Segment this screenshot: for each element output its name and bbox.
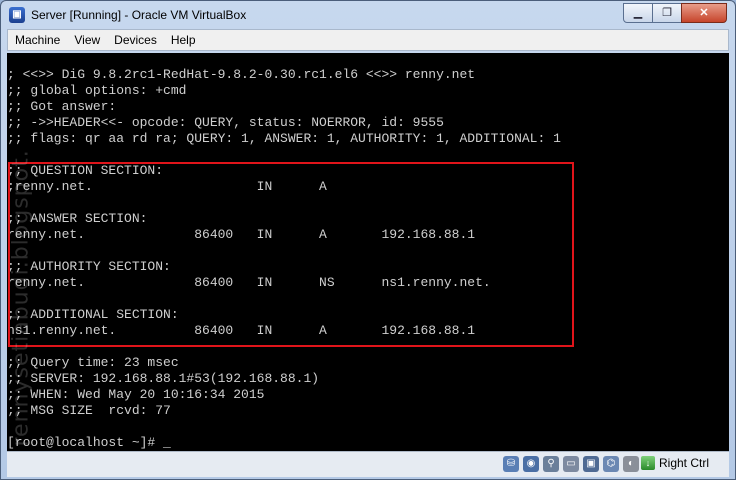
window-controls: ▁ ❐ ✕ — [623, 3, 727, 23]
restore-button[interactable]: ❐ — [652, 3, 682, 23]
host-key-icon: ↓ — [640, 456, 655, 470]
window-title: Server [Running] - Oracle VM VirtualBox — [31, 8, 247, 22]
hard-disk-icon[interactable]: ⛁ — [503, 456, 519, 472]
virtualbox-app-icon: ▣ — [9, 7, 25, 23]
network-icon[interactable]: ⌬ — [603, 456, 619, 472]
virtualbox-window: ▣ Server [Running] - Oracle VM VirtualBo… — [0, 0, 736, 480]
mouse-integration-icon[interactable]: ◐ — [623, 456, 639, 472]
menu-help[interactable]: Help — [164, 33, 203, 47]
watermark: rennysetiabudi.blogspot.com — [11, 149, 34, 447]
title-bar[interactable]: ▣ Server [Running] - Oracle VM VirtualBo… — [1, 1, 735, 29]
menu-view[interactable]: View — [67, 33, 107, 47]
status-bar: ⛁ ◉ ⚲ ▭ ▣ ⌬ ◐ ↓ Right Ctrl — [7, 451, 729, 477]
host-key-indicator[interactable]: ↓ Right Ctrl — [640, 456, 709, 470]
menu-machine[interactable]: Machine — [8, 33, 67, 47]
close-button[interactable]: ✕ — [681, 3, 727, 23]
optical-drive-icon[interactable]: ◉ — [523, 456, 539, 472]
minimize-button[interactable]: ▁ — [623, 3, 653, 23]
vm-console[interactable]: ; <<>> DiG 9.8.2rc1-RedHat-9.8.2-0.30.rc… — [7, 53, 729, 451]
display-icon[interactable]: ▣ — [583, 456, 599, 472]
device-status-icons: ⛁ ◉ ⚲ ▭ ▣ ⌬ ◐ — [499, 456, 639, 472]
host-key-label: Right Ctrl — [658, 456, 709, 470]
usb-icon[interactable]: ⚲ — [543, 456, 559, 472]
sections-highlight-box — [8, 162, 574, 347]
menu-devices[interactable]: Devices — [107, 33, 164, 47]
menu-bar: Machine View Devices Help — [7, 29, 729, 51]
shared-folders-icon[interactable]: ▭ — [563, 456, 579, 472]
